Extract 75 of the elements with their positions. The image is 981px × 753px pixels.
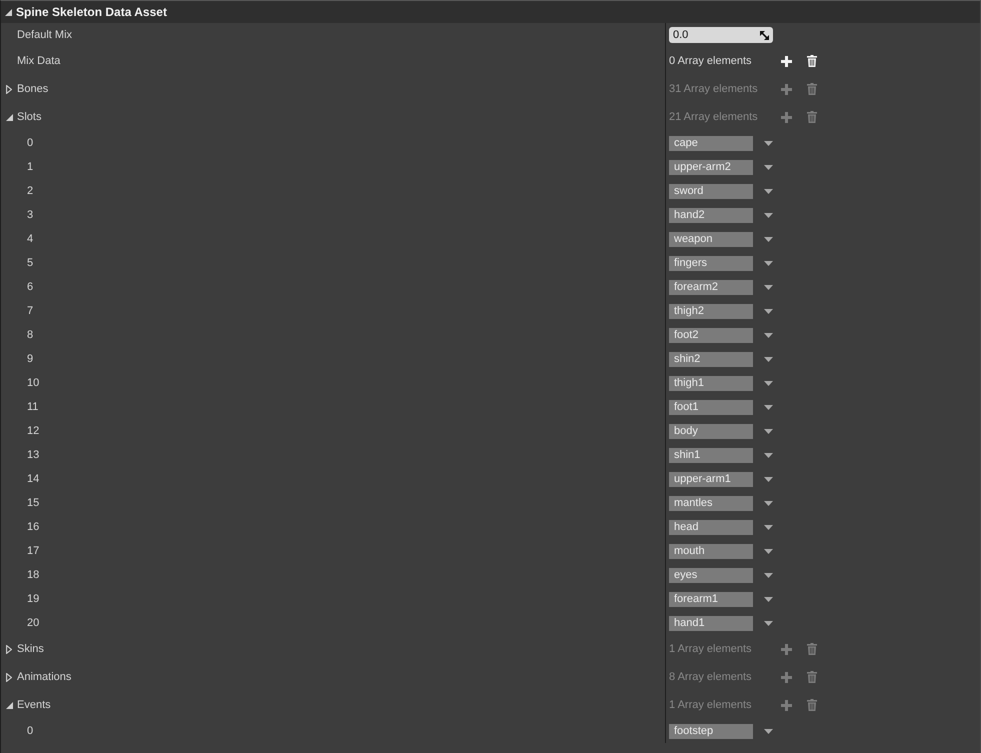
element-index: 1 [27,161,34,173]
dropdown-caret-icon[interactable] [764,284,773,290]
trash-icon [806,699,816,711]
element-index: 4 [27,233,34,245]
trash-icon [806,671,816,683]
property-label: Mix Data [17,55,60,67]
array-count: 1 Array elements [669,643,753,655]
element-index: 17 [27,545,40,557]
dropdown-caret-icon[interactable] [764,728,773,734]
element-index: 2 [27,185,34,197]
trash-icon [806,643,816,655]
element-index: 5 [27,257,34,269]
dropdown-caret-icon[interactable] [764,620,773,626]
dropdown-caret-icon[interactable] [764,476,773,482]
dropdown-caret-icon[interactable] [764,308,773,314]
element-index: 3 [27,209,34,221]
property-label: Slots [17,111,42,123]
element-index: 20 [27,617,40,629]
array-count: 8 Array elements [669,671,753,683]
element-index: 11 [27,401,38,413]
plus-icon [781,672,792,682]
element-index: 6 [27,281,34,293]
dropdown-caret-icon[interactable] [764,572,773,578]
dropdown-caret-icon[interactable] [764,500,773,506]
property-label: Events [17,699,51,711]
add-element-button[interactable] [781,55,792,67]
diagonal-arrows-icon [760,30,769,40]
plus-icon [781,700,792,710]
trash-icon [806,111,816,123]
panel-title: Spine Skeleton Data Asset [16,5,167,19]
property-label: Animations [17,671,72,683]
expanded-arrow-icon[interactable] [5,8,12,16]
property-label: Skins [17,643,44,655]
element-index: 19 [27,593,40,605]
element-index: 7 [27,305,34,317]
element-index: 12 [27,425,40,437]
dropdown-caret-icon[interactable] [764,356,773,362]
property-label: Bones [17,83,48,95]
dropdown-caret-icon[interactable] [764,596,773,602]
array-count: 0 Array elements [669,55,753,67]
property-label: Default Mix [17,29,72,41]
array-count: 1 Array elements [669,699,753,711]
plus-icon [781,56,792,66]
element-index: 0 [27,725,34,737]
trash-icon [806,83,816,95]
dropdown-caret-icon[interactable] [764,380,773,386]
dropdown-caret-icon[interactable] [764,404,773,410]
array-count: 21 Array elements [669,111,759,123]
number-field[interactable]: 0.0 [669,27,773,43]
delete-all-button[interactable] [806,55,817,67]
element-index: 9 [27,353,34,365]
dropdown-caret-icon[interactable] [764,212,773,218]
element-index: 15 [27,497,40,509]
dropdown-caret-icon[interactable] [764,524,773,530]
dropdown-caret-icon[interactable] [764,140,773,146]
element-index: 0 [27,137,34,149]
plus-icon [781,84,792,94]
plus-icon [781,112,792,122]
element-index: 16 [27,521,40,533]
plus-icon [781,644,792,654]
dropdown-caret-icon[interactable] [764,260,773,266]
element-index: 18 [27,569,40,581]
element-index: 8 [27,329,34,341]
dropdown-caret-icon[interactable] [764,332,773,338]
element-index: 10 [27,377,40,389]
dropdown-caret-icon[interactable] [764,548,773,554]
trash-icon [806,55,816,67]
element-index: 13 [27,449,40,461]
dropdown-caret-icon[interactable] [764,164,773,170]
dropdown-caret-icon[interactable] [764,188,773,194]
dropdown-caret-icon[interactable] [764,452,773,458]
dropdown-caret-icon[interactable] [764,428,773,434]
dropdown-caret-icon[interactable] [764,236,773,242]
array-count: 31 Array elements [669,83,759,95]
element-index: 14 [27,473,40,485]
